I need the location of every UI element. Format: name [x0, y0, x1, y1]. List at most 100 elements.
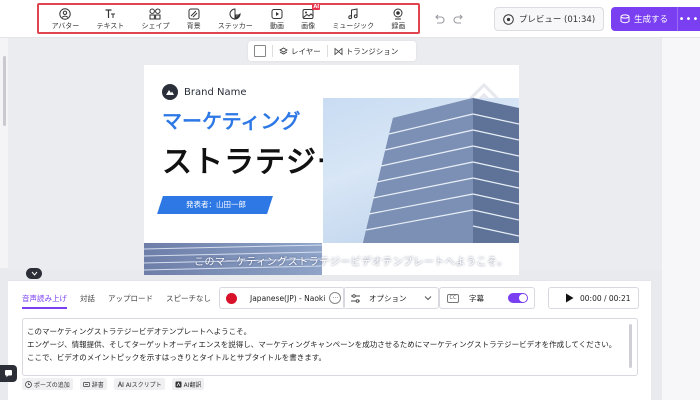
audio-player: 00:00 / 00:21 [548, 287, 639, 309]
caption-toggle[interactable] [508, 293, 528, 303]
slide-color-picker[interactable] [254, 45, 266, 57]
more-options-button[interactable]: ••• [677, 7, 700, 31]
add-pause-button[interactable]: ポーズの追加 [22, 378, 73, 390]
sliders-icon [351, 293, 360, 303]
generate-button[interactable]: 生成する [611, 7, 677, 31]
tool-music[interactable]: ミュージック [332, 5, 374, 32]
chevron-down-icon [424, 296, 432, 301]
ai-translate-icon [175, 381, 182, 387]
undo-button[interactable] [432, 11, 446, 25]
music-icon [348, 7, 358, 19]
tool-sticker[interactable]: ステッカー [218, 5, 253, 32]
insert-tools-group: アバター テキスト シェイプ 背景 ステッカー 動画 AI 画像 ミュージック … [37, 3, 420, 34]
play-icon[interactable] [565, 293, 574, 303]
script-panel: 音声読み上げ 対話 アップロード スピーチなし Japanese(JP) - N… [8, 280, 651, 400]
script-line: エンゲージ、情報提供、そしてターゲットオーディエンスを説得し、マーケティングキャ… [27, 340, 617, 349]
tool-image[interactable]: AI 画像 [301, 4, 321, 32]
clock-icon [25, 380, 32, 388]
ai-badge: AI [312, 4, 321, 10]
record-icon [393, 8, 403, 19]
tool-image-label: 画像 [301, 21, 316, 30]
closed-caption-icon: CC [447, 293, 459, 303]
background-icon [188, 8, 200, 19]
tab-text-to-speech[interactable]: 音声読み上げ [22, 293, 67, 309]
preview-label: プレビュー (01:34) [518, 15, 596, 25]
presenter-text[interactable]: 発表者：山田一郎 [186, 199, 246, 210]
script-line: このマーケティングストラテジービデオテンプレートへようこそ。 [27, 327, 252, 336]
tool-record-label: 録画 [391, 21, 406, 30]
redo-icon [453, 14, 463, 24]
option-label: オプション [369, 293, 407, 303]
generate-icon [620, 14, 630, 24]
chevron-down-icon [31, 271, 37, 276]
voice-tabs: 音声読み上げ 対話 アップロード スピーチなし [22, 293, 211, 309]
voice-more-button[interactable]: ··· [329, 292, 342, 304]
tool-video-label: 動画 [269, 21, 284, 30]
subtitle-overlay: このマーケティングストラテジービデオテンプレートへようこそ。 [194, 257, 508, 268]
right-gutter [662, 38, 700, 400]
ai-script-label: AIスクリプト [125, 381, 162, 389]
script-line: ここで、ビデオのメイントピックを示すはっきりとタイトルとサブタイトルを書きます。 [27, 353, 326, 362]
tool-shape-label: シェイプ [141, 21, 170, 30]
video-icon [271, 8, 283, 19]
tool-shape[interactable]: シェイプ [141, 5, 169, 32]
tool-music-label: ミュージック [332, 21, 375, 30]
collapse-panel-button[interactable] [26, 268, 42, 279]
transition-label: トランジション [345, 46, 399, 56]
ai-script-button[interactable]: AIスクリプト [113, 378, 165, 390]
tool-background[interactable]: 背景 [187, 5, 201, 32]
tab-dialogue[interactable]: 対話 [80, 293, 95, 304]
script-scrollbar[interactable] [629, 324, 632, 368]
add-pause-label: ポーズの追加 [34, 381, 70, 389]
preview-button[interactable]: プレビュー (01:34) [494, 7, 604, 31]
japan-flag-icon [226, 292, 237, 304]
layer-button[interactable]: レイヤー [279, 46, 321, 57]
layers-icon [279, 47, 288, 54]
caption-label: 字幕 [469, 293, 484, 303]
sticker-icon [229, 7, 242, 20]
chat-icon [5, 370, 12, 378]
dictionary-icon [82, 381, 90, 387]
ai-translate-label: AI翻訳 [183, 381, 202, 389]
slide-title-line1[interactable]: マーケティング [162, 105, 300, 134]
slide-title-line2[interactable]: ストラテジー [162, 137, 348, 181]
ai-script-icon [117, 380, 124, 387]
tool-text[interactable]: テキスト [96, 5, 124, 32]
generate-label: 生成する [633, 15, 668, 25]
tab-no-speech[interactable]: スピーチなし [166, 293, 211, 304]
tool-background-label: 背景 [186, 21, 201, 30]
voice-name: Japanese(JP) - Naoki [250, 293, 326, 303]
undo-icon [435, 14, 445, 24]
layer-label: レイヤー [291, 46, 321, 56]
dictionary-label: 辞書 [91, 381, 104, 389]
brand-name: Brand Name [184, 86, 247, 98]
caption-control: CC 字幕 [439, 287, 535, 309]
chat-support-button[interactable] [0, 365, 17, 382]
play-circle-icon [503, 13, 514, 25]
redo-button[interactable] [452, 11, 466, 25]
tool-record[interactable]: 録画 [391, 5, 405, 32]
layer-toolbar: レイヤー トランジション [248, 41, 416, 61]
shape-icon [149, 8, 161, 19]
option-dropdown[interactable]: オプション [343, 287, 439, 309]
divider [326, 45, 328, 57]
voice-select[interactable]: Japanese(JP) - Naoki ··· [219, 287, 345, 309]
ai-translate-button[interactable]: AI翻訳 [171, 378, 205, 390]
divider [272, 45, 273, 57]
playback-time: 00:00 / 00:21 [580, 293, 631, 303]
tool-sticker-label: ステッカー [217, 21, 253, 30]
script-actions: ポーズの追加 辞書 AIスクリプト AI翻訳 [22, 378, 205, 390]
top-toolbar: アバター テキスト シェイプ 背景 ステッカー 動画 AI 画像 ミュージック … [0, 0, 700, 38]
brand-block: Brand Name [162, 84, 246, 100]
slide-canvas[interactable]: Brand Name マーケティング ストラテジー 発表者：山田一郎 このマーケ… [144, 65, 519, 275]
transition-icon [334, 47, 343, 55]
building-photo[interactable] [323, 98, 519, 243]
left-scrollbar[interactable] [3, 56, 6, 126]
text-icon [105, 8, 116, 18]
tool-avatar[interactable]: アバター [52, 5, 79, 32]
dictionary-button[interactable]: 辞書 [79, 378, 107, 390]
script-textarea[interactable]: このマーケティングストラテジービデオテンプレートへようこそ。 エンゲージ、情報提… [22, 318, 638, 376]
transition-button[interactable]: トランジション [334, 46, 399, 57]
tab-upload[interactable]: アップロード [108, 293, 153, 304]
tool-video[interactable]: 動画 [270, 5, 284, 32]
